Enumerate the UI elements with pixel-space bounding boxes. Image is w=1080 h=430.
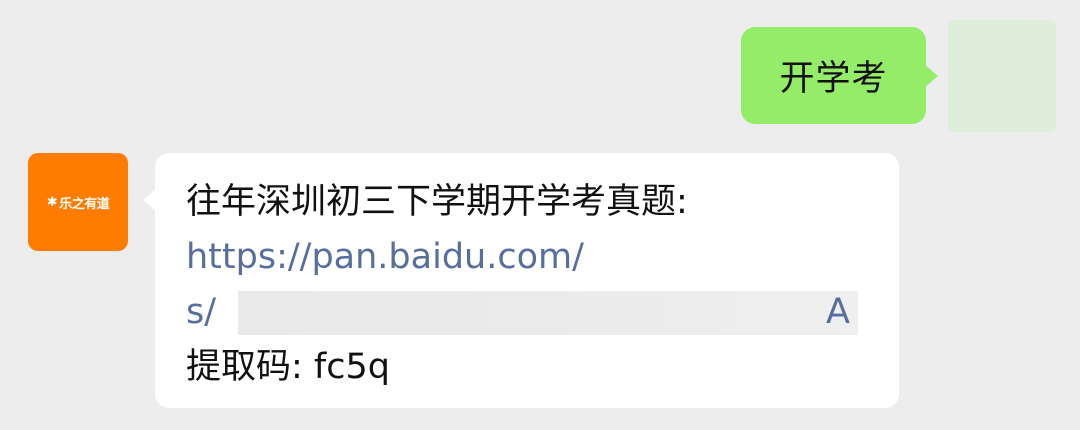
message-link-part1[interactable]: https://pan.baidu.com/ (186, 237, 584, 277)
message-link-prefix[interactable]: s/ (186, 292, 216, 332)
message-link-suffix[interactable]: A (826, 285, 850, 340)
outgoing-message-bubble[interactable]: 开学考 (741, 27, 938, 124)
message-link-line2[interactable]: s/ A (186, 285, 869, 340)
message-line-title: 往年深圳初三下学期开学考真题: (186, 182, 688, 222)
message-link-line1[interactable]: https://pan.baidu.com/ (186, 230, 869, 285)
redacted-link-area (238, 291, 858, 335)
message-extract-code: 提取码: fc5q (186, 347, 390, 387)
incoming-message-bubble[interactable]: 往年深圳初三下学期开学考真题: https://pan.baidu.com/ s… (143, 153, 899, 408)
outgoing-message-text: 开学考 (779, 59, 888, 99)
logo-icon: ✱ (46, 194, 58, 210)
my-avatar[interactable] (948, 20, 1056, 132)
avatar-logo-text: 乐之有道 (59, 196, 110, 212)
bot-avatar[interactable]: ✱ 乐之有道 (28, 153, 128, 251)
